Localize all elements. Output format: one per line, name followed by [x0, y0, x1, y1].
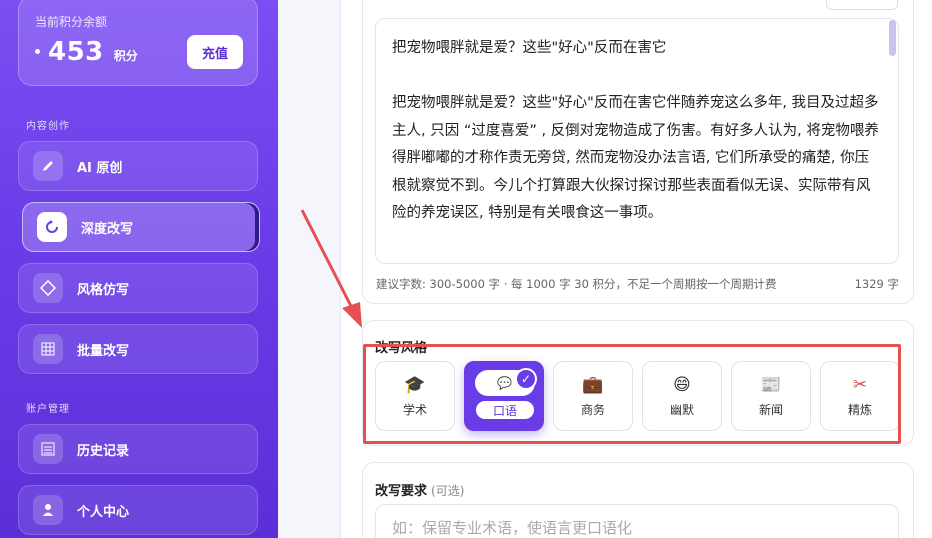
list-icon	[33, 434, 63, 464]
points-balance-card: 当前积分余额 453 积分 充值	[18, 0, 258, 86]
sidebar-item-deep-rewrite[interactable]: 深度改写	[22, 202, 260, 252]
recharge-button[interactable]: 充值	[187, 35, 243, 69]
requirements-title: 改写要求 (可选)	[375, 480, 464, 499]
char-count: 1329 字	[854, 277, 899, 291]
refresh-icon	[37, 212, 67, 242]
section-label-create: 内容创作	[26, 121, 70, 132]
word-count-hint: 建议字数: 300-5000 字 · 每 1000 字 30 积分，不足一个周期…	[376, 277, 777, 291]
points-value: 453	[48, 37, 104, 67]
pencil-icon	[33, 151, 63, 181]
points-label: 当前积分余额	[35, 15, 108, 29]
points-row: 453 积分	[35, 37, 138, 67]
points-unit: 积分	[113, 49, 138, 63]
content-body: 把宠物喂胖就是爱？这些"好心"反而在害它伴随养宠这么多年, 我目及过超多主人, …	[392, 95, 879, 221]
top-action-button[interactable]	[826, 0, 898, 10]
content-textarea[interactable]: 把宠物喂胖就是爱？这些"好心"反而在害它 把宠物喂胖就是爱？这些"好心"反而在害…	[375, 18, 899, 264]
sidebar-item-history[interactable]: 历史记录	[18, 424, 258, 474]
user-icon	[33, 495, 63, 525]
sidebar: 当前积分余额 453 积分 充值 内容创作 AI 原创 深度改写 风格仿写 批量…	[0, 0, 278, 538]
requirements-input[interactable]: 如：保留专业术语，使语言更口语化	[375, 504, 899, 538]
dot-icon	[35, 49, 40, 54]
sidebar-item-ai-original[interactable]: AI 原创	[18, 141, 258, 191]
sidebar-item-label: 个人中心	[77, 504, 130, 520]
requirements-title-text: 改写要求	[375, 484, 428, 499]
sidebar-item-label: 批量改写	[77, 343, 130, 359]
sidebar-item-label: AI 原创	[77, 160, 123, 176]
annotation-arrow-icon	[300, 209, 362, 328]
sidebar-item-label: 深度改写	[81, 221, 134, 237]
grid-icon	[33, 334, 63, 364]
sidebar-item-label: 历史记录	[77, 443, 130, 459]
sidebar-item-label: 风格仿写	[77, 282, 130, 298]
sidebar-item-batch-rewrite[interactable]: 批量改写	[18, 324, 258, 374]
sidebar-item-profile[interactable]: 个人中心	[18, 485, 258, 535]
annotation-highlight-box	[363, 344, 901, 444]
content-title-line: 把宠物喂胖就是爱？这些"好心"反而在害它	[392, 40, 667, 56]
diamond-icon	[33, 273, 63, 303]
sidebar-item-style-imitate[interactable]: 风格仿写	[18, 263, 258, 313]
requirements-optional: (可选)	[431, 484, 465, 498]
textarea-scrollbar[interactable]	[889, 20, 896, 56]
section-label-account: 账户管理	[26, 404, 70, 415]
